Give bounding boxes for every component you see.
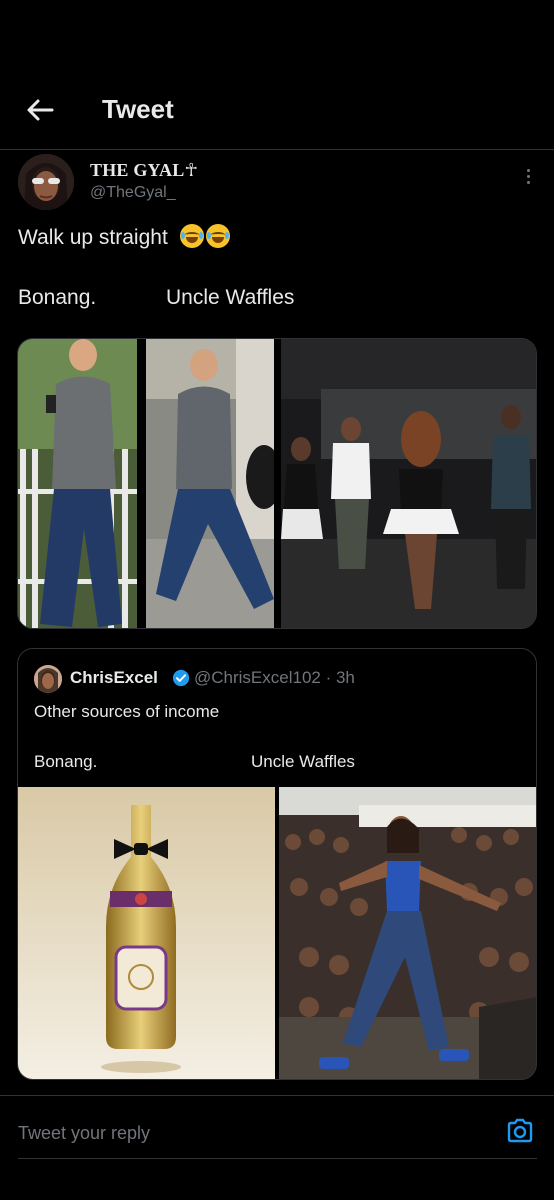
caption-left: Bonang.: [18, 286, 97, 309]
quoted-photo-2[interactable]: [279, 787, 536, 1079]
reply-divider: [0, 1095, 554, 1096]
media-photo-2[interactable]: [146, 339, 274, 628]
dot: [526, 180, 530, 184]
quoted-display-name: ChrisExcel: [70, 668, 158, 687]
caption-right: Uncle Waffles: [166, 286, 295, 309]
reply-underline: [18, 1158, 537, 1159]
laughing-tears-emoji-icon: [205, 224, 230, 248]
quoted-media-grid: [18, 787, 536, 1079]
quoted-avatar: [34, 665, 62, 693]
arrow-left-icon: [27, 99, 54, 121]
top-app-bar: Tweet: [0, 0, 554, 150]
camera-button[interactable]: [505, 1116, 535, 1146]
dot: [526, 174, 530, 178]
avatar-image: [18, 154, 74, 210]
quoted-handle-time: @ChrisExcel102 · 3h: [194, 668, 355, 687]
more-options-button[interactable]: [518, 164, 538, 188]
display-name[interactable]: THE GYAL☥: [90, 160, 198, 181]
verified-badge-icon: [172, 669, 190, 687]
page-title: Tweet: [102, 94, 174, 124]
author-handle[interactable]: @TheGyal_: [90, 184, 176, 202]
tweet-text: Walk up straight: [18, 224, 230, 250]
dot: [526, 168, 530, 172]
tweet-media-grid: [17, 338, 537, 629]
quoted-tweet[interactable]: ChrisExcel @ChrisExcel102 · 3h Other sou…: [17, 648, 537, 1080]
quoted-text: Other sources of income: [34, 702, 220, 721]
tweet-author: THE GYAL☥ @TheGyal_: [18, 154, 538, 210]
reply-input[interactable]: [18, 1118, 488, 1148]
quoted-photo-1[interactable]: [18, 787, 275, 1079]
display-name-text: THE GYAL: [90, 160, 185, 180]
media-photo-3[interactable]: [281, 339, 536, 628]
avatar[interactable]: [18, 154, 74, 210]
tweet-text-content: Walk up straight: [18, 226, 168, 249]
quoted-caption-left: Bonang.: [34, 752, 98, 771]
quoted-caption-right: Uncle Waffles: [251, 752, 355, 771]
media-photo-1[interactable]: [18, 339, 137, 628]
camera-icon: [507, 1118, 533, 1143]
laughing-tears-emoji-icon: [179, 224, 204, 248]
back-button[interactable]: [22, 92, 58, 128]
ankh-glyph: ☥: [184, 160, 199, 180]
